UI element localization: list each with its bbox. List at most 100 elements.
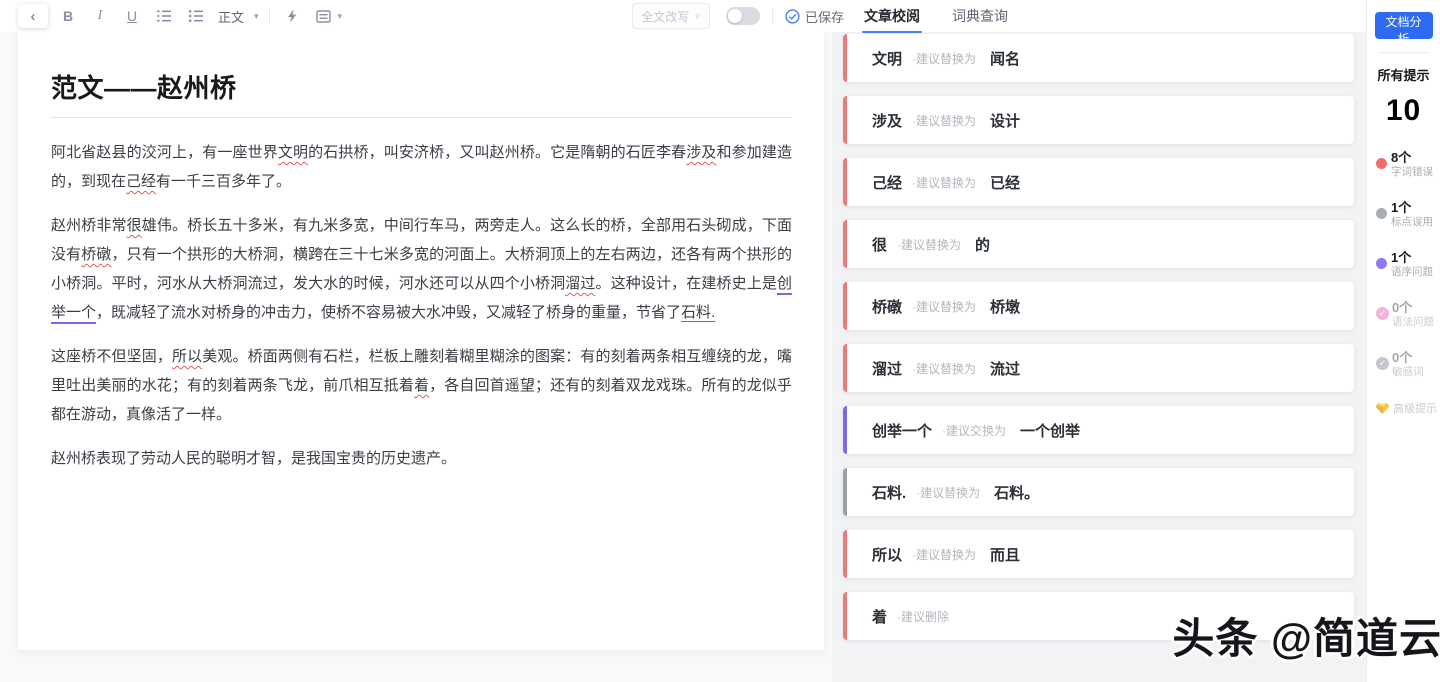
- suggested-text[interactable]: 而且: [990, 544, 1020, 565]
- document-page[interactable]: 范文——赵州桥 阿北省赵县的洨河上，有一座世界文明的石拱桥，叫安济桥，又叫赵州桥…: [18, 32, 824, 650]
- suggestion-card[interactable]: 石料. ·建议替换为石料。: [843, 468, 1354, 516]
- suggestion-card[interactable]: 所以·建议替换为而且: [843, 530, 1354, 578]
- severity-bar: [843, 530, 847, 578]
- error-word[interactable]: 所以: [172, 348, 202, 365]
- paragraph[interactable]: 赵州桥表现了劳动人民的聪明才智，是我国宝贵的历史遗产。: [51, 444, 792, 473]
- underline-button[interactable]: U: [120, 4, 144, 28]
- total-tips-count: 10: [1367, 94, 1440, 128]
- back-button[interactable]: ‹: [18, 4, 48, 28]
- layout-button[interactable]: [312, 4, 336, 28]
- stat-item[interactable]: ✓0个敏感词: [1376, 350, 1440, 379]
- suggestion-card[interactable]: 涉及·建议替换为设计: [843, 96, 1354, 144]
- suggestion-action-label: ·建议替换为: [912, 546, 976, 563]
- stat-check-icon: ✓: [1376, 307, 1389, 320]
- suggestion-card[interactable]: 创举一个·建议交换为一个创举: [843, 406, 1354, 454]
- tab-dictionary-lookup[interactable]: 词典查询: [950, 2, 1010, 30]
- tab-label: 文章校阅: [864, 8, 920, 24]
- tab-article-proofread[interactable]: 文章校阅: [862, 2, 922, 30]
- suggestion-card[interactable]: 溜过·建议替换为流过: [843, 344, 1354, 392]
- document-title[interactable]: 范文——赵州桥: [51, 68, 792, 105]
- stat-texts: 0个敏感词: [1392, 350, 1424, 379]
- stat-item[interactable]: 1个标点误用: [1376, 200, 1440, 229]
- error-word[interactable]: 文明: [278, 144, 308, 161]
- error-word-label: 着: [872, 606, 887, 627]
- stat-label: 字词错误: [1391, 166, 1433, 179]
- document-body[interactable]: 阿北省赵县的洨河上，有一座世界文明的石拱桥，叫安济桥，又叫赵州桥。它是隋朝的石匠…: [51, 138, 792, 473]
- error-word[interactable]: 溜过: [565, 275, 595, 292]
- saved-check-icon: [785, 9, 800, 24]
- suggestion-card[interactable]: 很 ·建议替换为的: [843, 220, 1354, 268]
- analysis-sidebar: 文档分析 所有提示 10 8个字词错误1个标点误用1个语序问题✓0个语法问题✓0…: [1366, 0, 1440, 682]
- save-status: 已保存: [785, 7, 844, 26]
- bold-icon: B: [63, 8, 73, 24]
- suggestion-card[interactable]: 文明·建议替换为闻名: [843, 34, 1354, 82]
- stat-item[interactable]: 8个字词错误: [1376, 150, 1440, 179]
- toolbar-mid-group: 全文改写 ∨ 已保存: [632, 0, 844, 32]
- error-word-label: 很: [872, 234, 887, 255]
- text-segment: 的石拱桥，叫安济桥，又叫赵州桥。它是隋朝的石匠李春: [308, 144, 686, 161]
- suggested-text[interactable]: 已经: [990, 172, 1020, 193]
- proofread-toggle[interactable]: [726, 7, 760, 25]
- text-segment: 这座桥不但坚固，: [51, 348, 172, 365]
- severity-bar: [843, 34, 847, 82]
- suggestion-action-label: ·建议替换为: [897, 236, 961, 253]
- stat-count: 8个: [1391, 150, 1433, 166]
- text-segment: 有一千三百多年了。: [156, 173, 291, 190]
- paragraph[interactable]: 阿北省赵县的洨河上，有一座世界文明的石拱桥，叫安济桥，又叫赵州桥。它是隋朝的石匠…: [51, 138, 792, 196]
- bold-button[interactable]: B: [56, 4, 80, 28]
- suggestion-card[interactable]: 桥礅·建议替换为桥墩: [843, 282, 1354, 330]
- text-segment: ，既减轻了流水对桥身的冲击力，使桥不容易被大水冲毁，又减轻了桥身的重量，节省了: [96, 304, 681, 321]
- suggested-text[interactable]: 闻名: [990, 48, 1020, 69]
- rewrite-button[interactable]: 全文改写 ∨: [632, 3, 710, 29]
- error-word-label: 石料.: [872, 482, 906, 503]
- suggestion-card[interactable]: 己经·建议替换为已经: [843, 158, 1354, 206]
- stat-dot-icon: [1376, 158, 1387, 169]
- suggestion-action-label: ·建议替换为: [912, 360, 976, 377]
- layout-caret-icon[interactable]: ▾: [338, 11, 343, 22]
- paragraph[interactable]: 这座桥不但坚固，所以美观。桥面两侧有石栏，栏板上雕刻着糊里糊涂的图案：有的刻着两…: [51, 342, 792, 429]
- bullet-list-button[interactable]: [184, 4, 208, 28]
- stat-item[interactable]: 1个语序问题: [1376, 250, 1440, 279]
- stat-dot-icon: [1376, 258, 1387, 269]
- paragraph[interactable]: 赵州桥非常很雄伟。桥长五十多米，有九米多宽，中间行车马，两旁走人。这么长的桥，全…: [51, 211, 792, 327]
- severity-bar: [843, 592, 847, 640]
- error-word[interactable]: 着: [414, 377, 429, 394]
- suggested-text[interactable]: 流过: [990, 358, 1020, 379]
- toolbar-divider: [269, 9, 270, 23]
- paragraph-style-caret-icon[interactable]: ▾: [254, 11, 259, 22]
- doc-analysis-button[interactable]: 文档分析: [1375, 12, 1433, 39]
- all-tips-label: 所有提示: [1367, 65, 1440, 84]
- suggested-text[interactable]: 石料。: [994, 482, 1039, 503]
- ordered-list-button[interactable]: [152, 4, 176, 28]
- error-word[interactable]: 己经: [126, 173, 156, 190]
- severity-bar: [843, 282, 847, 330]
- severity-bar: [843, 344, 847, 392]
- premium-tips-item[interactable]: 高级提示: [1367, 400, 1440, 416]
- italic-button[interactable]: I: [88, 4, 112, 28]
- ai-lightning-button[interactable]: [280, 4, 304, 28]
- suggestion-action-label: ·建议替换为: [916, 484, 980, 501]
- error-word[interactable]: 石料.: [681, 304, 715, 321]
- suggestion-action-label: ·建议删除: [897, 608, 949, 625]
- stat-item[interactable]: ✓0个语法问题: [1376, 300, 1440, 329]
- title-divider: [51, 117, 792, 118]
- suggested-text[interactable]: 的: [975, 234, 990, 255]
- suggested-text[interactable]: 一个创举: [1020, 420, 1080, 441]
- suggestion-action-label: ·建议替换为: [912, 298, 976, 315]
- error-word[interactable]: 桥礅: [81, 246, 111, 263]
- suggestion-list: 文明·建议替换为闻名涉及·建议替换为设计己经·建议替换为已经很·建议替换为的桥礅…: [843, 34, 1354, 640]
- sidebar-divider: [1378, 52, 1430, 53]
- stat-label: 敏感词: [1392, 366, 1424, 379]
- error-word[interactable]: 涉及: [686, 144, 716, 161]
- tab-label: 词典查询: [952, 8, 1008, 24]
- toolbar-divider: [772, 9, 773, 23]
- severity-bar: [843, 220, 847, 268]
- suggested-text[interactable]: 桥墩: [990, 296, 1020, 317]
- suggestion-card[interactable]: 着 ·建议删除: [843, 592, 1354, 640]
- paragraph-style-select[interactable]: 正文: [218, 7, 244, 26]
- error-word[interactable]: 很: [127, 217, 142, 234]
- text-segment: 赵州桥表现了劳动人民的聪明才智，是我国宝贵的历史遗产。: [51, 450, 456, 467]
- stat-count: 0个: [1392, 300, 1434, 316]
- suggested-text[interactable]: 设计: [990, 110, 1020, 131]
- editor-region: 范文——赵州桥 阿北省赵县的洨河上，有一座世界文明的石拱桥，叫安济桥，又叫赵州桥…: [0, 32, 832, 682]
